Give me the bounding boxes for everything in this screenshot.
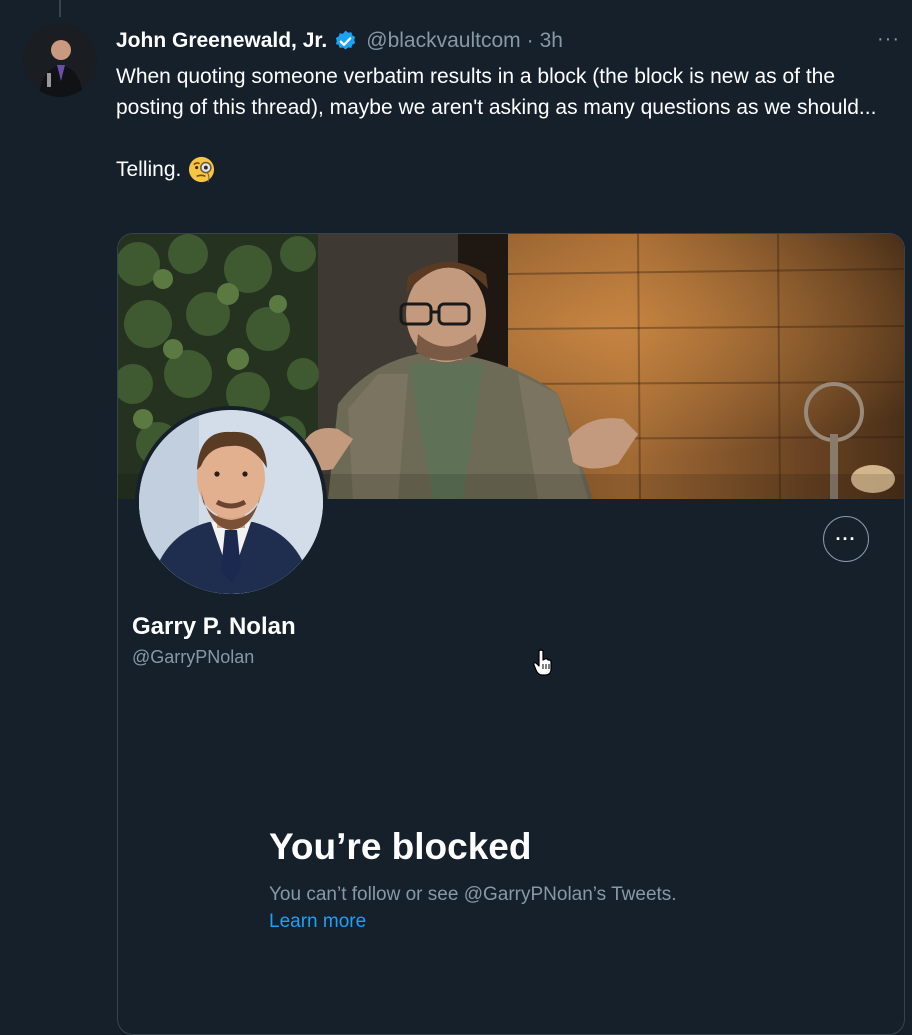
tweet-more-button[interactable]: ··· bbox=[877, 28, 900, 51]
tweet-text-paragraph-1: When quoting someone verbatim results in… bbox=[116, 65, 877, 119]
profile-avatar-image bbox=[139, 410, 323, 594]
profile-more-button[interactable]: ··· bbox=[823, 516, 869, 562]
blocked-title: You’re blocked bbox=[269, 826, 532, 867]
tweet-text-telling: Telling. bbox=[116, 158, 182, 181]
thread-connector-line bbox=[59, 0, 61, 17]
header-separator: · bbox=[526, 29, 534, 52]
verified-badge-icon bbox=[336, 30, 356, 50]
profile-name[interactable]: Garry P. Nolan bbox=[132, 613, 296, 641]
tweet-timestamp[interactable]: 3h bbox=[540, 29, 563, 53]
author-avatar[interactable] bbox=[23, 23, 97, 97]
author-name[interactable]: John Greenewald, Jr. bbox=[116, 29, 327, 53]
tweet-text: When quoting someone verbatim results in… bbox=[116, 61, 906, 185]
author-handle[interactable]: @blackvaultcom bbox=[366, 29, 520, 53]
blocked-description: You can’t follow or see @GarryPNolan’s T… bbox=[269, 884, 677, 905]
profile-handle[interactable]: @GarryPNolan bbox=[132, 647, 254, 668]
profile-avatar[interactable] bbox=[135, 406, 327, 598]
learn-more-link[interactable]: Learn more bbox=[269, 911, 366, 933]
blocked-profile-card[interactable]: ··· Garry P. Nolan @GarryPNolan You’re b… bbox=[117, 233, 905, 1035]
tweet-text-paragraph-2: Telling. bbox=[116, 154, 906, 185]
face-with-monocle-icon bbox=[189, 156, 215, 183]
tweet-header: John Greenewald, Jr. @blackvaultcom · 3h bbox=[116, 26, 563, 56]
hand-pointer-cursor-icon bbox=[533, 649, 552, 676]
author-avatar-image bbox=[23, 23, 97, 97]
